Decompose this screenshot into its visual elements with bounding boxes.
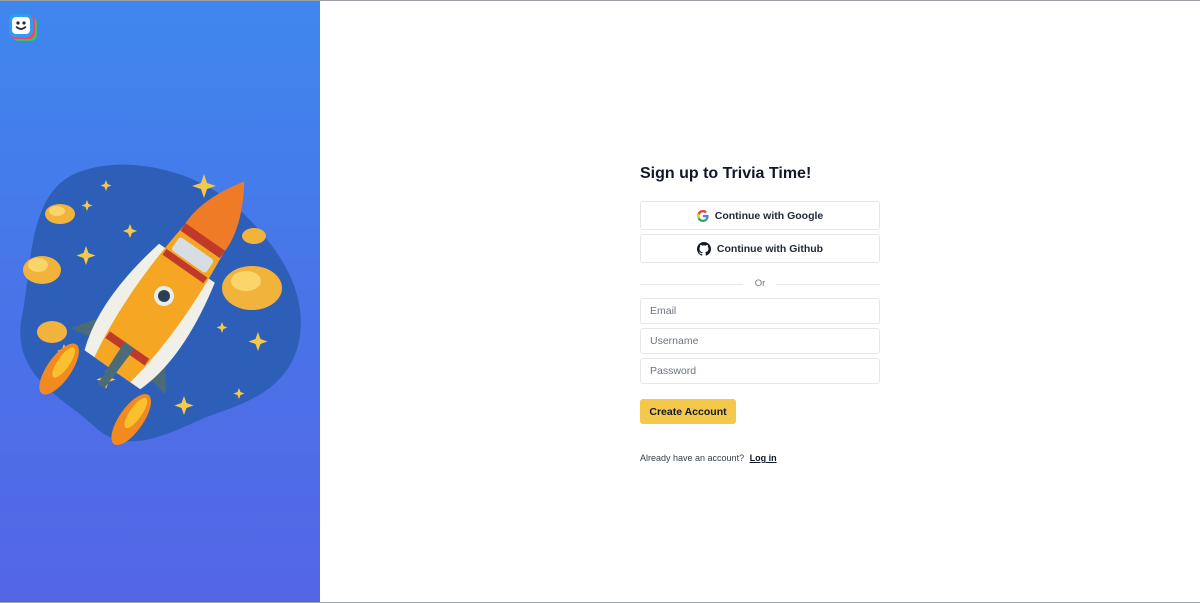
- username-field[interactable]: [640, 328, 880, 354]
- create-account-button[interactable]: Create Account: [640, 399, 736, 424]
- divider-line-right: [776, 284, 880, 285]
- github-button-label: Continue with Github: [716, 242, 824, 255]
- google-signin-button[interactable]: Continue with Google: [640, 201, 880, 230]
- login-prompt-text: Already have an account?: [640, 453, 745, 463]
- page-title: Sign up to Trivia Time!: [640, 165, 812, 182]
- github-icon: [696, 241, 711, 256]
- password-field[interactable]: [640, 358, 880, 384]
- hero-panel: [0, 1, 320, 602]
- signup-form: Sign up to Trivia Time! Continue with Go…: [640, 164, 880, 463]
- login-prompt: Already have an account? Log in: [640, 453, 880, 463]
- google-icon: [696, 209, 709, 222]
- login-link[interactable]: Log in: [750, 453, 777, 463]
- google-button-label: Continue with Google: [714, 209, 824, 222]
- rocket-illustration: [20, 164, 301, 446]
- or-divider: Or: [640, 277, 880, 291]
- app-logo-icon[interactable]: [9, 14, 38, 42]
- email-field[interactable]: [640, 298, 880, 324]
- signup-panel: Sign up to Trivia Time! Continue with Go…: [320, 1, 1200, 602]
- github-signin-button[interactable]: Continue with Github: [640, 234, 880, 263]
